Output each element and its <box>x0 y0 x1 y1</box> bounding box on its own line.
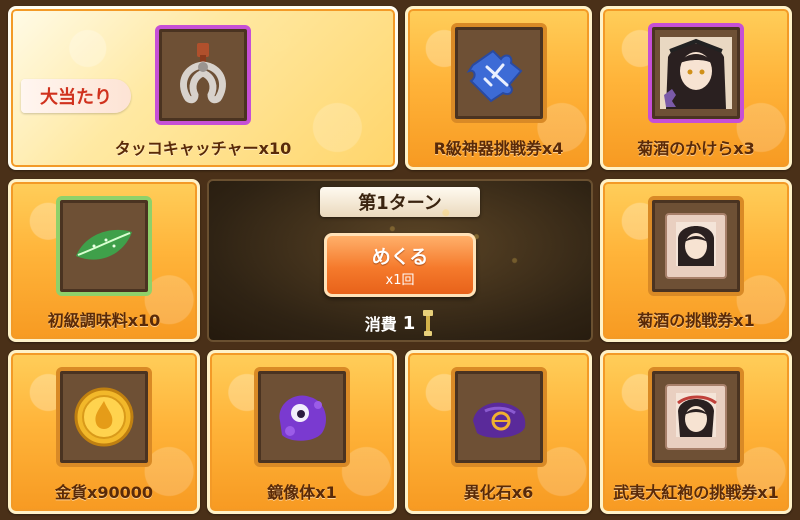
claw-icon <box>180 43 226 104</box>
item-frame <box>450 23 547 123</box>
reward-label: 武夷大紅袍の挑戦券x1 <box>613 483 779 502</box>
jackpot-badge: 大当たり <box>21 79 131 113</box>
item-frame <box>648 367 744 467</box>
reward-card-ika-stone[interactable]: 異化石x6 <box>405 350 592 514</box>
cost-value: 1 <box>402 312 416 334</box>
key-icon <box>423 310 434 336</box>
puzzle-ticket-icon <box>466 49 522 103</box>
reward-label: 菊酒の挑戦券x1 <box>637 311 755 330</box>
character-ticket-icon <box>665 384 727 450</box>
item-frame <box>254 367 350 467</box>
item-frame <box>450 367 547 467</box>
draw-panel: 第1ターン めくる x1回 消費 1 <box>207 179 593 342</box>
character-fragment-icon <box>660 37 732 109</box>
character-ticket-icon <box>665 213 727 279</box>
turn-draw-board: 大当たり タッコキャッチャーx10 R級神器挑戦券x4 菊酒のかけらx3 初級調… <box>0 0 800 520</box>
purple-stone-icon <box>472 402 525 438</box>
item-frame <box>648 196 744 296</box>
reward-card-gold-coin[interactable]: 金貨x90000 <box>8 350 200 514</box>
reward-card-takko-catcher[interactable]: 大当たり タッコキャッチャーx10 <box>8 6 398 170</box>
reward-card-basic-seasoning[interactable]: 初級調味料x10 <box>8 179 200 342</box>
gold-coin-icon <box>74 387 134 447</box>
reward-card-kikuzake-ticket[interactable]: 菊酒の挑戦券x1 <box>600 179 792 342</box>
reward-label: 異化石x6 <box>463 483 534 502</box>
item-frame <box>155 25 251 125</box>
leaf-seasoning-icon <box>76 229 132 260</box>
item-frame <box>648 23 744 123</box>
reward-label: 鏡像体x1 <box>267 483 337 502</box>
reward-card-wuyi-dahongpao-ticket[interactable]: 武夷大紅袍の挑戦券x1 <box>600 350 792 514</box>
reward-label: 菊酒のかけらx3 <box>637 139 755 158</box>
flip-button[interactable]: めくる x1回 <box>324 233 476 297</box>
flip-button-label: めくる <box>371 246 429 268</box>
reward-label: 金貨x90000 <box>55 483 153 502</box>
reward-card-r-artifact-ticket[interactable]: R級神器挑戦券x4 <box>405 6 592 170</box>
cost-label: 消費 <box>364 315 397 334</box>
purple-slime-icon <box>279 395 326 441</box>
reward-label: タッコキャッチャーx10 <box>114 139 292 158</box>
flip-count: x1回 <box>385 273 415 288</box>
item-frame <box>56 367 152 467</box>
turn-banner: 第1ターン <box>320 187 480 217</box>
reward-card-kikuzake-fragment[interactable]: 菊酒のかけらx3 <box>600 6 792 170</box>
reward-label: R級神器挑戦券x4 <box>433 139 564 158</box>
reward-label: 初級調味料x10 <box>47 311 161 330</box>
item-frame <box>56 196 152 296</box>
cost-row: 消費 1 <box>209 309 591 337</box>
reward-card-mirror-body[interactable]: 鏡像体x1 <box>207 350 397 514</box>
